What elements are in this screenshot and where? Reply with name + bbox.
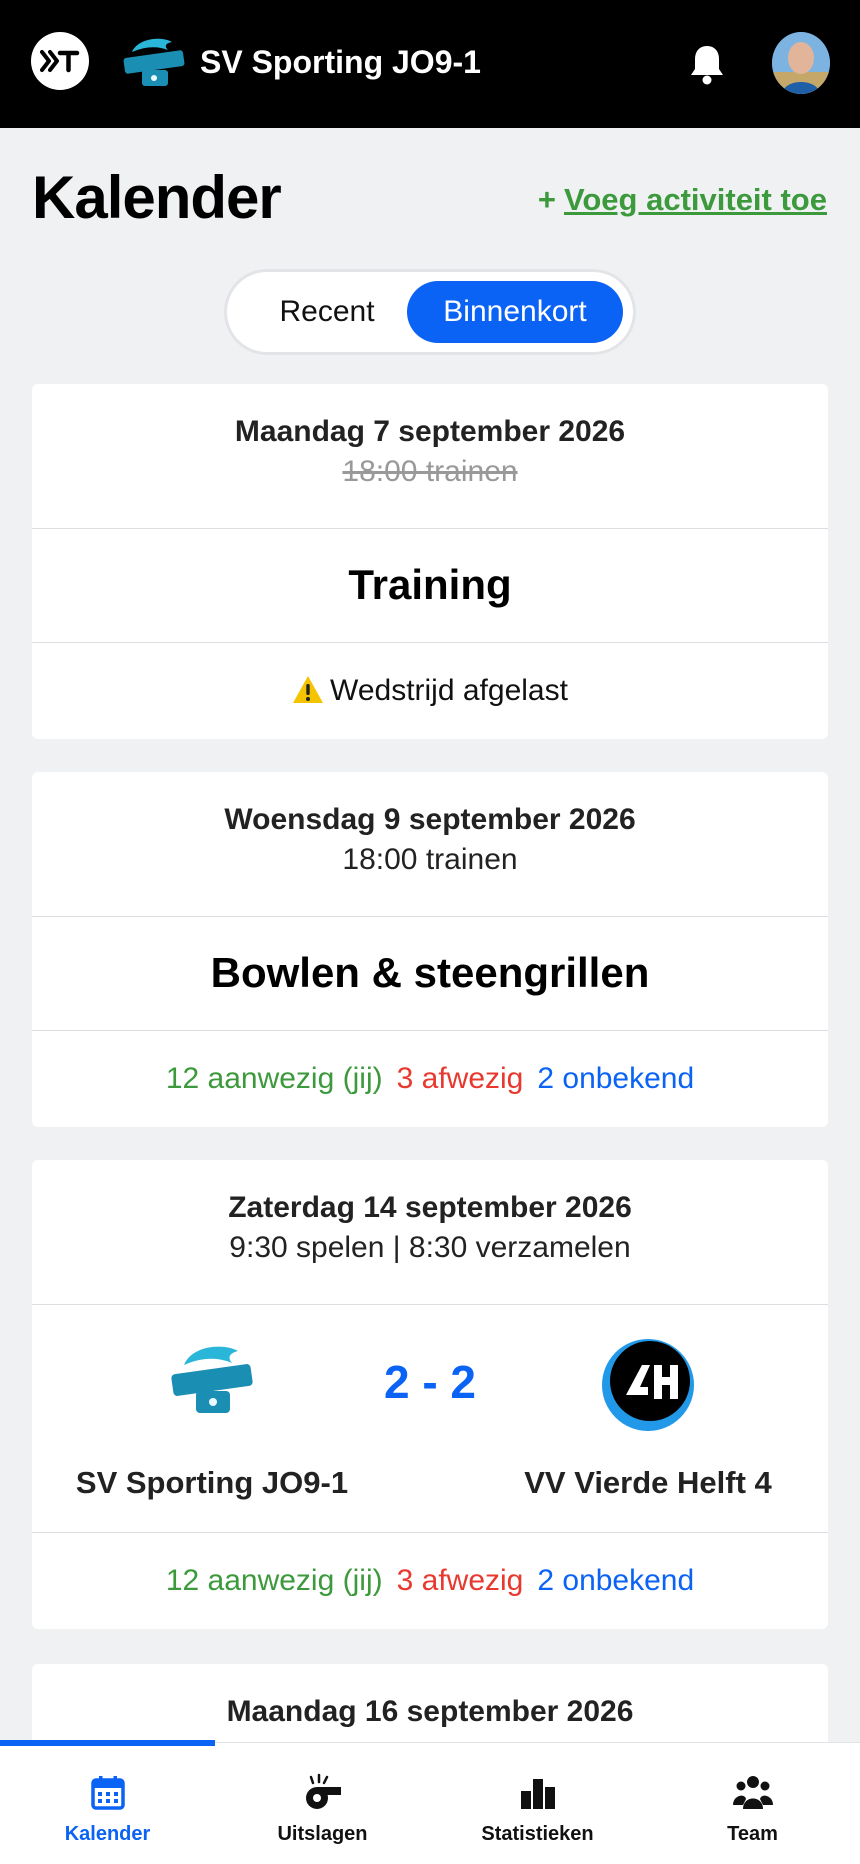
attendance-row[interactable]: 12 aanwezig (jij) 3 afwezig 2 onbekend	[32, 1533, 828, 1629]
event-time: 9:30 spelen | 8:30 verzamelen	[229, 1231, 631, 1264]
tab-recent[interactable]: Recent	[237, 281, 417, 343]
calendar-icon	[88, 1773, 128, 1813]
event-date: Maandag 7 september 2026	[234, 415, 626, 448]
attendance-unknown[interactable]: 2 onbekend	[537, 1062, 694, 1095]
match-score: 2 - 2	[383, 1356, 477, 1408]
page-title: Kalender	[32, 164, 282, 231]
event-card[interactable]: Maandag 7 september 2026 18:00 trainen T…	[32, 384, 828, 739]
event-header: Zaterdag 14 september 2026 9:30 spelen |…	[32, 1160, 828, 1305]
whistle-icon	[303, 1773, 343, 1813]
nav-label: Team	[727, 1823, 778, 1845]
event-time: 18:00 trainen	[342, 843, 518, 876]
attendance-row[interactable]: 12 aanwezig (jij) 3 afwezig 2 onbekend	[32, 1031, 828, 1127]
attendance-unknown[interactable]: 2 onbekend	[537, 1564, 694, 1597]
attendance-present[interactable]: 12 aanwezig (jij)	[166, 1062, 383, 1095]
nav-label: Uitslagen	[277, 1823, 368, 1845]
nav-statistieken[interactable]: Statistieken	[430, 1743, 645, 1864]
event-title: Bowlen & steengrillen	[210, 949, 650, 996]
nav-label: Statistieken	[481, 1823, 594, 1845]
top-bar: SV Sporting JO9-1	[0, 0, 860, 128]
event-status-row: Wedstrijd afgelast	[32, 643, 828, 739]
tab-upcoming[interactable]: Binnenkort	[407, 281, 623, 343]
event-header: Woensdag 9 september 2026 18:00 trainen	[32, 772, 828, 917]
event-title: Training	[348, 561, 512, 608]
club-crest-icon	[118, 34, 190, 94]
team-title[interactable]: SV Sporting JO9-1	[200, 42, 481, 82]
period-toggle: Recent Binnenkort	[227, 272, 633, 352]
away-team-logo-icon	[600, 1337, 696, 1433]
plus-icon: +	[537, 182, 556, 217]
add-activity-label[interactable]: Voeg activiteit toe	[564, 182, 827, 217]
event-date: Zaterdag 14 september 2026	[228, 1191, 632, 1224]
warning-icon	[292, 652, 324, 739]
app-logo-icon[interactable]	[31, 32, 89, 90]
bottom-navigation: Kalender Uitslagen Statistieken Team	[0, 1740, 860, 1864]
away-team-name: VV Vierde Helft 4	[524, 1465, 772, 1500]
match-card[interactable]: Zaterdag 14 september 2026 9:30 spelen |…	[32, 1160, 828, 1629]
event-title-row: Training	[32, 529, 828, 643]
nav-kalender[interactable]: Kalender	[0, 1743, 215, 1864]
home-team-name: SV Sporting JO9-1	[75, 1465, 349, 1500]
team-icon	[733, 1773, 773, 1813]
event-status: Wedstrijd afgelast	[330, 674, 568, 707]
attendance-absent[interactable]: 3 afwezig	[397, 1062, 524, 1095]
nav-uitslagen[interactable]: Uitslagen	[215, 1743, 430, 1864]
event-header: Maandag 7 september 2026 18:00 trainen	[32, 384, 828, 529]
nav-team[interactable]: Team	[645, 1743, 860, 1864]
nav-label: Kalender	[64, 1823, 151, 1845]
event-date: Maandag 16 september 2026	[226, 1695, 634, 1728]
bar-chart-icon	[518, 1773, 558, 1813]
event-date: Woensdag 9 september 2026	[224, 803, 636, 836]
event-time: 18:00 trainen	[342, 455, 518, 488]
user-avatar[interactable]	[772, 32, 830, 94]
add-activity-link[interactable]: + Voeg activiteit toe	[538, 180, 827, 220]
attendance-absent[interactable]: 3 afwezig	[397, 1564, 524, 1597]
event-card[interactable]: Woensdag 9 september 2026 18:00 trainen …	[32, 772, 828, 1127]
event-title-row: Bowlen & steengrillen	[32, 917, 828, 1031]
bell-icon[interactable]	[688, 42, 726, 86]
attendance-present[interactable]: 12 aanwezig (jij)	[166, 1564, 383, 1597]
match-row: 2 - 2 SV Sporting JO9-1 VV Vierde Helft …	[32, 1305, 828, 1533]
